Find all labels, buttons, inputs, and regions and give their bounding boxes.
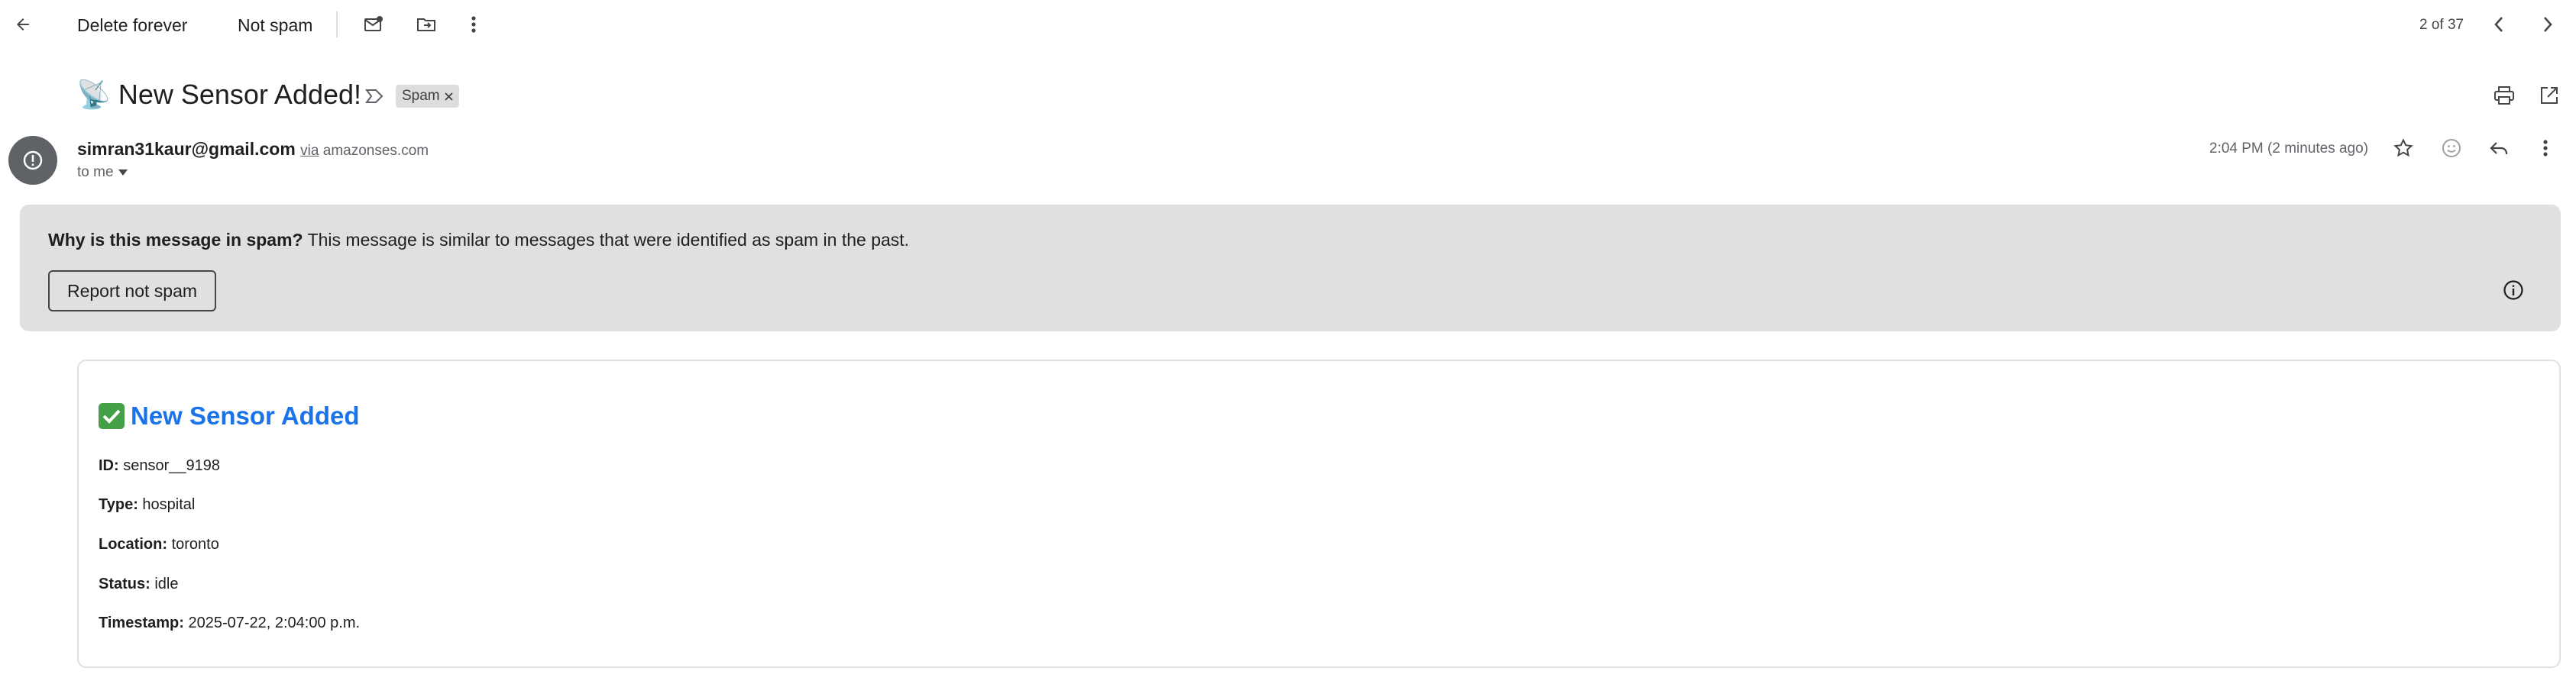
- field-label: Location:: [99, 536, 167, 553]
- report-not-spam-button[interactable]: Report not spam: [48, 270, 216, 311]
- info-icon: [2503, 280, 2523, 300]
- via-domain: amazonses.com: [322, 143, 429, 159]
- spam-reason: Why is this message in spam? This messag…: [48, 227, 909, 252]
- email-body-card: New Sensor Added ID: sensor__9198 Type: …: [77, 360, 2561, 668]
- field-label: Timestamp:: [99, 615, 184, 631]
- delete-forever-button[interactable]: Delete forever: [77, 14, 187, 37]
- email-timestamp: 2:04 PM (2 minutes ago): [2209, 140, 2369, 157]
- chevron-down-icon: [118, 169, 128, 176]
- body-title-text: New Sensor Added: [131, 402, 360, 430]
- spam-warning-banner: Why is this message in spam? This messag…: [20, 205, 2561, 331]
- star-button[interactable]: [2391, 136, 2416, 160]
- reply-button[interactable]: [2487, 136, 2511, 160]
- spam-question: Why is this message in spam?: [48, 230, 303, 250]
- open-in-new-icon: [2541, 87, 2558, 104]
- mark-unread-button[interactable]: [361, 12, 387, 37]
- message-more-button[interactable]: [2538, 136, 2553, 160]
- newer-button[interactable]: [2487, 12, 2510, 37]
- remove-label-button[interactable]: [445, 92, 453, 101]
- label-outline-icon: [365, 89, 383, 103]
- field-status: Status: idle: [99, 573, 179, 595]
- field-value: hospital: [142, 496, 196, 513]
- more-vert-icon: [2543, 140, 2548, 157]
- warning-info-icon: [23, 150, 43, 170]
- field-type: Type: hospital: [99, 494, 195, 515]
- sender-email[interactable]: simran31kaur@gmail.com: [77, 139, 296, 159]
- close-icon: [445, 92, 453, 101]
- toolbar-divider: [336, 11, 338, 37]
- field-label: ID:: [99, 457, 119, 474]
- via-info: via amazonses.com: [300, 143, 429, 159]
- body-heading: New Sensor Added: [99, 399, 360, 433]
- older-button[interactable]: [2536, 12, 2559, 37]
- via-link[interactable]: via: [300, 143, 319, 159]
- check-mark-icon: [99, 403, 125, 429]
- spam-label-text: Spam: [402, 88, 440, 104]
- mark-unread-icon: [364, 16, 383, 31]
- spam-info-button[interactable]: [2500, 276, 2527, 304]
- sender-line: simran31kaur@gmail.com via amazonses.com: [77, 137, 429, 163]
- field-id: ID: sensor__9198: [99, 455, 220, 476]
- chevron-left-icon: [2494, 17, 2503, 32]
- more-options-button[interactable]: [466, 12, 481, 37]
- field-timestamp: Timestamp: 2025-07-22, 2:04:00 p.m.: [99, 612, 360, 634]
- back-button[interactable]: [11, 12, 35, 37]
- recipient-details[interactable]: to me: [77, 163, 128, 182]
- recipient-text: to me: [77, 164, 114, 180]
- print-button[interactable]: [2490, 82, 2518, 108]
- emoji-icon: [2442, 139, 2461, 157]
- field-value: sensor__9198: [123, 457, 221, 474]
- add-reaction-button[interactable]: [2439, 136, 2464, 160]
- importance-marker[interactable]: [362, 86, 387, 107]
- move-to-button[interactable]: [413, 12, 439, 37]
- move-to-icon: [417, 18, 435, 31]
- sender-avatar[interactable]: [8, 136, 57, 185]
- open-new-window-button[interactable]: [2536, 82, 2562, 108]
- spam-explanation: This message is similar to messages that…: [307, 230, 910, 250]
- field-value: idle: [154, 576, 179, 592]
- print-icon: [2494, 86, 2514, 105]
- reply-icon: [2490, 142, 2508, 154]
- star-icon: [2393, 138, 2413, 157]
- email-subject: 📡 New Sensor Added!: [76, 79, 362, 110]
- not-spam-button[interactable]: Not spam: [238, 14, 312, 37]
- pagination-count: 2 of 37: [2419, 17, 2464, 33]
- more-vert-icon: [471, 16, 476, 33]
- arrow-back-icon: [17, 18, 29, 31]
- field-label: Status:: [99, 576, 150, 592]
- field-label: Type:: [99, 496, 138, 513]
- field-location: Location: toronto: [99, 534, 219, 555]
- spam-label-chip: Spam: [396, 85, 459, 108]
- field-value: toronto: [171, 536, 219, 553]
- field-value: 2025-07-22, 2:04:00 p.m.: [188, 615, 361, 631]
- chevron-right-icon: [2544, 17, 2552, 32]
